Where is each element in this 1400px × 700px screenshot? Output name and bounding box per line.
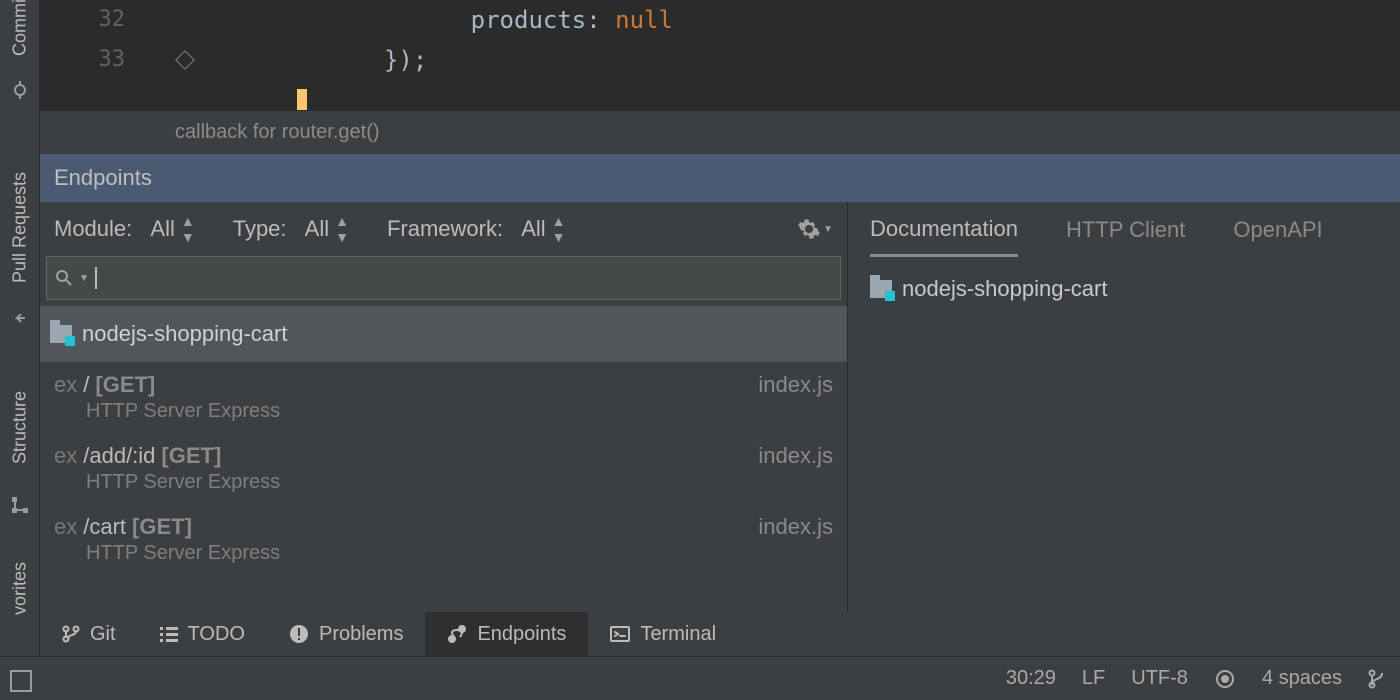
tab-git[interactable]: Git	[40, 612, 138, 656]
pull-request-icon	[0, 308, 40, 338]
left-tool-sidebar: Commi Pull Requests Structure vorites	[0, 0, 40, 700]
sort-arrows-icon: ▲▼	[552, 213, 564, 245]
gear-icon	[797, 217, 821, 241]
status-line-separator[interactable]: LF	[1082, 667, 1105, 690]
sort-arrows-icon: ▲▼	[181, 213, 193, 245]
module-folder-icon	[870, 280, 892, 298]
status-indent[interactable]: 4 spaces	[1262, 667, 1342, 690]
fold-marker[interactable]	[145, 53, 225, 67]
chevron-down-icon: ▼	[823, 224, 833, 235]
endpoint-item[interactable]: ex /cart [GET] index.js HTTP Server Expr…	[40, 504, 847, 575]
status-encoding[interactable]: UTF-8	[1131, 667, 1188, 690]
endpoint-item[interactable]: ex /add/:id [GET] index.js HTTP Server E…	[40, 433, 847, 504]
module-folder-icon	[50, 325, 72, 343]
tab-endpoints[interactable]: Endpoints	[425, 612, 588, 656]
sort-arrows-icon: ▲▼	[335, 213, 347, 245]
tab-todo[interactable]: TODO	[138, 612, 267, 656]
tab-documentation[interactable]: Documentation	[870, 204, 1018, 257]
sidebar-tab-structure[interactable]: Structure	[0, 370, 40, 485]
fold-diamond-icon	[175, 50, 195, 70]
breadcrumb[interactable]: callback for router.get()	[40, 110, 1400, 154]
endpoints-icon	[447, 624, 467, 644]
endpoint-item[interactable]: ex / [GET] index.js HTTP Server Express	[40, 362, 847, 433]
filter-type[interactable]: Type: All ▲▼	[233, 213, 347, 245]
readonly-icon[interactable]	[1214, 668, 1236, 690]
search-field[interactable]	[103, 267, 832, 290]
endpoints-tool-window: Endpoints Module: All ▲▼ Type: All ▲▼ Fr…	[40, 154, 1400, 612]
warning-icon	[289, 624, 309, 644]
tab-http-client[interactable]: HTTP Client	[1066, 205, 1185, 255]
documentation-title: nodejs-shopping-cart	[870, 276, 1378, 302]
tab-openapi[interactable]: OpenAPI	[1233, 205, 1322, 255]
tab-problems[interactable]: Problems	[267, 612, 425, 656]
endpoints-search-input[interactable]: ▼	[46, 256, 841, 300]
endpoints-list: nodejs-shopping-cart ex / [GET] index.js…	[40, 300, 847, 612]
git-branch-icon[interactable]	[1368, 668, 1386, 690]
tab-terminal[interactable]: Terminal	[588, 612, 738, 656]
branch-icon	[62, 625, 80, 643]
structure-icon	[0, 490, 40, 520]
endpoints-filter-bar: Module: All ▲▼ Type: All ▲▼ Framework: A…	[40, 202, 847, 256]
endpoints-settings-button[interactable]: ▼	[797, 217, 833, 241]
search-icon	[55, 269, 73, 287]
chevron-down-icon[interactable]: ▼	[79, 273, 89, 284]
code-line: products: null	[225, 0, 673, 40]
status-caret-position[interactable]: 30:29	[1006, 667, 1056, 690]
terminal-icon	[610, 624, 630, 644]
endpoint-group[interactable]: nodejs-shopping-cart	[40, 306, 847, 362]
sidebar-tab-pull-requests[interactable]: Pull Requests	[0, 150, 40, 305]
tool-window-title[interactable]: Endpoints	[40, 154, 1400, 202]
filter-framework[interactable]: Framework: All ▲▼	[387, 213, 564, 245]
filter-module[interactable]: Module: All ▲▼	[54, 213, 193, 245]
text-caret	[95, 267, 97, 289]
code-line: });	[225, 40, 427, 80]
code-editor[interactable]: 32 products: null 33 });	[40, 0, 1400, 110]
sidebar-tab-favorites[interactable]: vorites	[0, 548, 40, 628]
status-bar: 30:29 LF UTF-8 4 spaces	[0, 656, 1400, 700]
windows-icon[interactable]	[14, 670, 32, 688]
list-icon	[160, 625, 178, 643]
line-number: 32	[40, 0, 145, 40]
documentation-tabs: Documentation HTTP Client OpenAPI	[848, 202, 1400, 258]
sidebar-tab-commit[interactable]: Commi	[0, 0, 40, 56]
commit-icon	[0, 75, 40, 105]
line-number: 33	[40, 40, 145, 80]
bottom-tool-tabs: Git TODO Problems Endpoints Terminal	[40, 612, 1400, 656]
